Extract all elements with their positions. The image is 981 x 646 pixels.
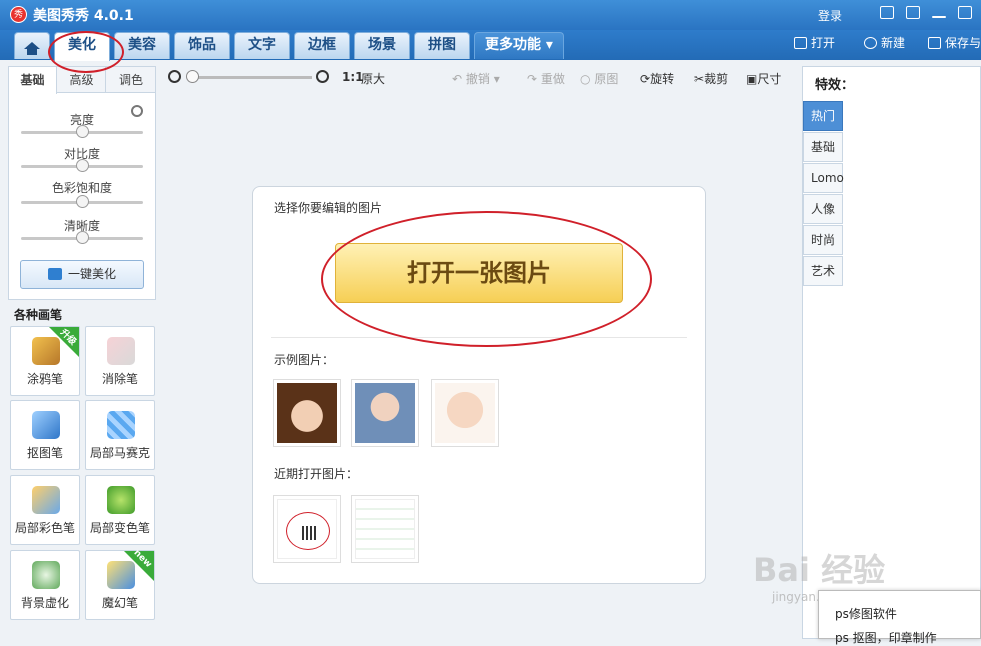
effects-tab-fashion[interactable]: 时尚 — [803, 225, 843, 255]
annotation-oval — [48, 31, 124, 73]
baidu-watermark: Bai 经验 — [753, 551, 886, 589]
effects-tab-art[interactable]: 艺术 — [803, 256, 843, 286]
brushes-title: 各种画笔 — [14, 308, 63, 322]
brush-tool[interactable]: 抠图笔 — [10, 400, 80, 470]
slider-knob[interactable] — [76, 195, 89, 208]
app-logo-icon: 秀 — [10, 6, 27, 23]
save-icon — [928, 37, 941, 49]
original-size-button[interactable]: 原大 — [361, 70, 385, 87]
open-action[interactable]: 打开 — [794, 34, 835, 51]
brush-tool[interactable]: new 魔幻笔 — [85, 548, 155, 620]
annotation-oval — [321, 211, 652, 347]
contrast-slider[interactable] — [21, 159, 143, 172]
app-title: 美图秀秀 4.0.1 — [33, 8, 134, 24]
brush-tool[interactable]: 升级 涂鸦笔 — [10, 326, 80, 396]
saturation-label: 色彩饱和度 — [51, 181, 112, 195]
crop-button[interactable]: ✂裁剪 — [694, 70, 728, 87]
login-link[interactable]: 登录 — [818, 7, 842, 24]
slider-knob[interactable] — [76, 159, 89, 172]
tab-scene[interactable]: 场景 — [354, 32, 410, 59]
popup-item[interactable]: ps修图软件 — [835, 605, 897, 622]
example-thumbnail[interactable] — [431, 379, 499, 447]
redo-button[interactable]: ↷ 重做 — [527, 70, 565, 87]
undo-button[interactable]: ↶ 撤销 ▾ — [452, 70, 500, 87]
zoom-slider[interactable] — [190, 76, 312, 79]
effects-title: 特效： — [815, 78, 855, 93]
tab-more-features[interactable]: 更多功能 ▾ — [474, 32, 564, 59]
message-icon[interactable] — [880, 6, 894, 19]
zoom-in-icon[interactable] — [316, 70, 329, 83]
brush-tool[interactable]: 消除笔 — [85, 326, 155, 396]
minimize-icon[interactable] — [932, 16, 946, 18]
brightness-slider[interactable] — [21, 125, 143, 138]
save-action[interactable]: 保存与 — [928, 34, 981, 51]
tab-home[interactable] — [14, 32, 50, 59]
one-click-beautify-button[interactable]: 一键美化 — [20, 260, 144, 289]
example-thumbnail[interactable] — [351, 379, 419, 447]
tab-frame[interactable]: 边框 — [294, 32, 350, 59]
redo-icon: ↷ — [527, 72, 538, 86]
tab-collage[interactable]: 拼图 — [414, 32, 470, 59]
chevron-down-icon: ▾ — [493, 72, 500, 86]
magic-wand-icon — [47, 268, 62, 280]
effects-tab-popular[interactable]: 热门 — [803, 101, 843, 131]
effects-tab-basic[interactable]: 基础 — [803, 132, 843, 162]
examples-label: 示例图片： — [274, 353, 335, 367]
resize-button[interactable]: ▣尺寸 — [746, 70, 781, 87]
effects-tab-lomo[interactable]: Lomo — [803, 163, 844, 193]
folder-icon — [794, 37, 807, 49]
sharpness-slider[interactable] — [21, 231, 143, 244]
menu-icon[interactable] — [906, 6, 920, 19]
home-icon — [24, 42, 40, 55]
subtab-basic[interactable]: 基础 — [9, 67, 57, 94]
plus-circle-icon — [864, 37, 877, 49]
recent-label: 近期打开图片： — [274, 467, 359, 481]
blur-background-icon — [32, 561, 60, 589]
select-image-prompt: 选择你要编辑的图片 — [274, 201, 383, 215]
suggestion-popup: ps修图软件 ps 抠图，印章制作 — [818, 590, 981, 645]
mosaic-icon — [107, 411, 135, 439]
adjust-panel: 基础 高级 调色 亮度 对比度 色彩饱和度 清晰度 一键美化 — [8, 66, 156, 300]
brush-tool[interactable]: 局部马赛克 — [85, 400, 155, 470]
brush-tool[interactable]: 背景虚化 — [10, 550, 80, 620]
scissors-icon: ✂ — [694, 72, 705, 86]
title-bar: 秀 美图秀秀 4.0.1 登录 — [0, 0, 981, 30]
subtab-color[interactable]: 调色 — [107, 67, 155, 93]
brush-tool[interactable]: 局部变色笔 — [85, 475, 155, 545]
new-action[interactable]: 新建 — [864, 34, 905, 51]
saturation-slider[interactable] — [21, 195, 143, 208]
eraser-icon — [107, 337, 135, 365]
resize-icon: ▣ — [746, 72, 758, 86]
cutout-pen-icon — [32, 411, 60, 439]
circle-icon: ○ — [580, 72, 591, 86]
original-button[interactable]: ○ 原图 — [580, 70, 618, 87]
tab-accessories[interactable]: 饰品 — [174, 32, 230, 59]
popup-item[interactable]: ps 抠图，印章制作 — [835, 629, 937, 646]
recolor-brush-icon — [107, 486, 135, 514]
undo-icon: ↶ — [452, 72, 463, 86]
example-thumbnail[interactable] — [273, 379, 341, 447]
tab-text[interactable]: 文字 — [234, 32, 290, 59]
maximize-icon[interactable] — [958, 6, 972, 19]
effects-tab-portrait[interactable]: 人像 — [803, 194, 843, 224]
recent-thumbnail[interactable] — [351, 495, 419, 563]
recent-thumbnail[interactable] — [273, 495, 341, 563]
brush-tool[interactable]: 局部彩色笔 — [10, 475, 80, 545]
slider-knob[interactable] — [76, 125, 89, 138]
color-brush-icon — [32, 486, 60, 514]
rotate-icon: ⟳ — [640, 72, 651, 86]
rotate-button[interactable]: ⟳旋转 — [640, 70, 674, 87]
zoom-out-icon[interactable] — [168, 70, 181, 83]
slider-knob[interactable] — [76, 231, 89, 244]
zoom-slider-knob[interactable] — [186, 70, 199, 83]
